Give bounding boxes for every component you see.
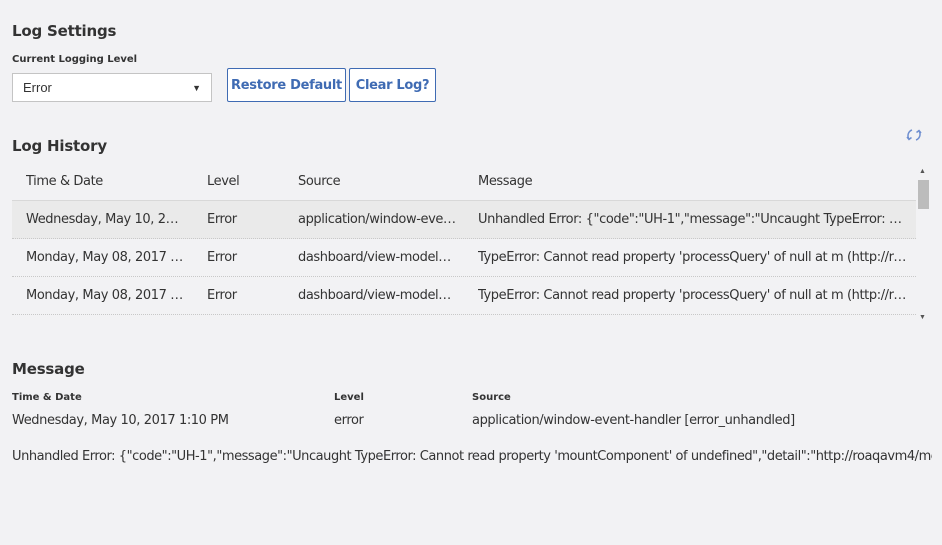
row-message: TypeError: Cannot read property 'process… (478, 250, 908, 265)
row-level: Error (207, 212, 237, 227)
table-row[interactable]: Monday, May 08, 2017 4:07 ... Error dash… (12, 239, 916, 277)
column-header-source[interactable]: Source (298, 174, 456, 189)
row-level: Error (207, 288, 237, 303)
current-logging-level-label: Current Logging Level (12, 54, 138, 65)
row-message: Unhandled Error: {"code":"UH-1","message… (478, 212, 908, 227)
column-header-time[interactable]: Time & Date (26, 174, 186, 189)
table-header: Time & Date Level Source Message (12, 163, 916, 201)
detail-time-label: Time & Date (12, 392, 82, 403)
detail-time-value: Wednesday, May 10, 2017 1:10 PM (12, 413, 229, 428)
chevron-down-icon: ▼ (192, 82, 201, 93)
scroll-thumb[interactable] (918, 180, 929, 209)
row-source: dashboard/view-models/wi... (298, 288, 456, 303)
detail-source-label: Source (472, 392, 511, 403)
scroll-down-arrow-icon[interactable]: ▼ (919, 314, 926, 321)
row-time: Wednesday, May 10, 2017 1... (26, 212, 186, 227)
table-row[interactable]: Wednesday, May 10, 2017 1... Error appli… (12, 201, 916, 239)
row-time: Monday, May 08, 2017 4:07 ... (26, 250, 186, 265)
row-time: Monday, May 08, 2017 4:07 ... (26, 288, 186, 303)
column-header-level[interactable]: Level (207, 174, 277, 189)
detail-source-value: application/window-event-handler [error_… (472, 413, 795, 428)
log-settings-title: Log Settings (12, 22, 117, 40)
message-title: Message (12, 360, 85, 378)
logging-level-select[interactable]: Error ▼ (12, 73, 212, 102)
log-settings-page: Log Settings Current Logging Level Error… (0, 0, 942, 545)
logging-level-value: Error (23, 80, 52, 95)
scroll-up-arrow-icon[interactable]: ▲ (919, 168, 926, 175)
row-message: TypeError: Cannot read property 'process… (478, 288, 908, 303)
row-source: application/window-event-... (298, 212, 456, 227)
table-scrollbar[interactable]: ▲ ▼ (916, 168, 930, 324)
restore-default-button[interactable]: Restore Default (227, 68, 346, 102)
refresh-icon[interactable] (905, 127, 923, 143)
column-header-message[interactable]: Message (478, 174, 908, 189)
table-row[interactable]: Monday, May 08, 2017 4:07 ... Error dash… (12, 277, 916, 315)
log-history-table: Time & Date Level Source Message Wednesd… (12, 163, 930, 323)
detail-level-label: Level (334, 392, 364, 403)
detail-level-value: error (334, 413, 364, 428)
row-source: dashboard/view-models/wi... (298, 250, 456, 265)
log-history-title: Log History (12, 137, 107, 155)
detail-full-message: Unhandled Error: {"code":"UH-1","message… (12, 449, 932, 464)
row-level: Error (207, 250, 237, 265)
clear-log-button[interactable]: Clear Log? (349, 68, 436, 102)
